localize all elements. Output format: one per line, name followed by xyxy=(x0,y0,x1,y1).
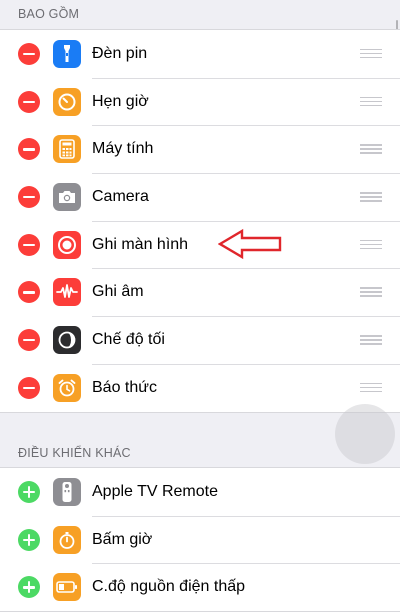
control-row-flashlight: Đèn pin xyxy=(0,30,400,78)
alarm-icon xyxy=(53,373,81,402)
voice-memos-icon xyxy=(53,278,81,307)
remove-button[interactable] xyxy=(18,42,40,65)
reorder-handle[interactable] xyxy=(360,334,382,345)
control-label: Camera xyxy=(92,187,149,205)
reorder-handle[interactable] xyxy=(360,96,382,107)
annotation-arrow-icon xyxy=(218,228,282,260)
control-row-calculator: Máy tính xyxy=(0,125,400,173)
control-label: Đèn pin xyxy=(92,44,148,62)
remove-button[interactable] xyxy=(18,328,40,351)
remove-button[interactable] xyxy=(18,233,40,256)
more-controls-section-header: ĐIỀU KHIỂN KHÁC xyxy=(18,446,131,460)
control-label: Apple TV Remote xyxy=(92,482,218,500)
control-row-apple-tv-remote: Apple TV Remote xyxy=(0,468,400,516)
screen-recording-icon xyxy=(53,230,81,259)
reorder-handle[interactable] xyxy=(360,287,382,297)
control-label: Báo thức xyxy=(92,378,157,396)
reorder-handle[interactable] xyxy=(360,144,382,154)
calculator-icon xyxy=(53,135,81,164)
reorder-handle[interactable] xyxy=(360,239,382,250)
control-row-voice-memos: Ghi âm xyxy=(0,268,400,316)
control-label: Bấm giờ xyxy=(92,530,153,548)
control-label: Ghi âm xyxy=(92,283,144,301)
control-label: C.độ nguồn điện thấp xyxy=(92,578,246,596)
add-button[interactable] xyxy=(18,528,40,551)
control-row-screen-recording: Ghi màn hình xyxy=(0,220,400,269)
flashlight-icon xyxy=(53,39,81,68)
remove-button[interactable] xyxy=(18,185,40,208)
remove-button[interactable] xyxy=(18,138,40,161)
more-controls-list: Apple TV Remote Bấm giờ C.độ nguồn điện … xyxy=(0,467,400,612)
add-button[interactable] xyxy=(18,576,40,599)
reorder-handle[interactable] xyxy=(360,191,382,202)
control-label: Ghi màn hình xyxy=(92,235,189,253)
control-row-dark-mode: Chế độ tối xyxy=(0,316,400,364)
remove-button[interactable] xyxy=(18,90,40,113)
low-power-mode-icon xyxy=(53,573,81,602)
apple-tv-remote-icon xyxy=(53,477,81,506)
control-row-alarm: Báo thức xyxy=(0,363,400,412)
control-row-stopwatch: Bấm giờ xyxy=(0,515,400,564)
dark-mode-icon xyxy=(53,325,81,354)
camera-icon xyxy=(53,182,81,211)
included-section-header: BAO GỒM xyxy=(18,7,80,21)
stopwatch-icon xyxy=(53,525,81,554)
included-controls-list: Đèn pin Hẹn giờ Máy tính Camera Ghi màn … xyxy=(0,29,400,413)
control-label: Máy tính xyxy=(92,140,154,158)
control-row-low-power-mode: C.độ nguồn điện thấp xyxy=(0,563,400,611)
remove-button[interactable] xyxy=(18,376,40,399)
reorder-handle[interactable] xyxy=(360,382,382,393)
remove-button[interactable] xyxy=(18,281,40,304)
control-label: Hẹn giờ xyxy=(92,92,149,110)
control-row-camera: Camera xyxy=(0,173,400,221)
reorder-handle[interactable] xyxy=(360,48,382,59)
assistive-touch-button[interactable] xyxy=(335,404,395,464)
add-button[interactable] xyxy=(18,480,40,503)
control-label: Chế độ tối xyxy=(92,330,165,348)
timer-icon xyxy=(53,87,81,116)
control-row-timer: Hẹn giờ xyxy=(0,77,400,126)
